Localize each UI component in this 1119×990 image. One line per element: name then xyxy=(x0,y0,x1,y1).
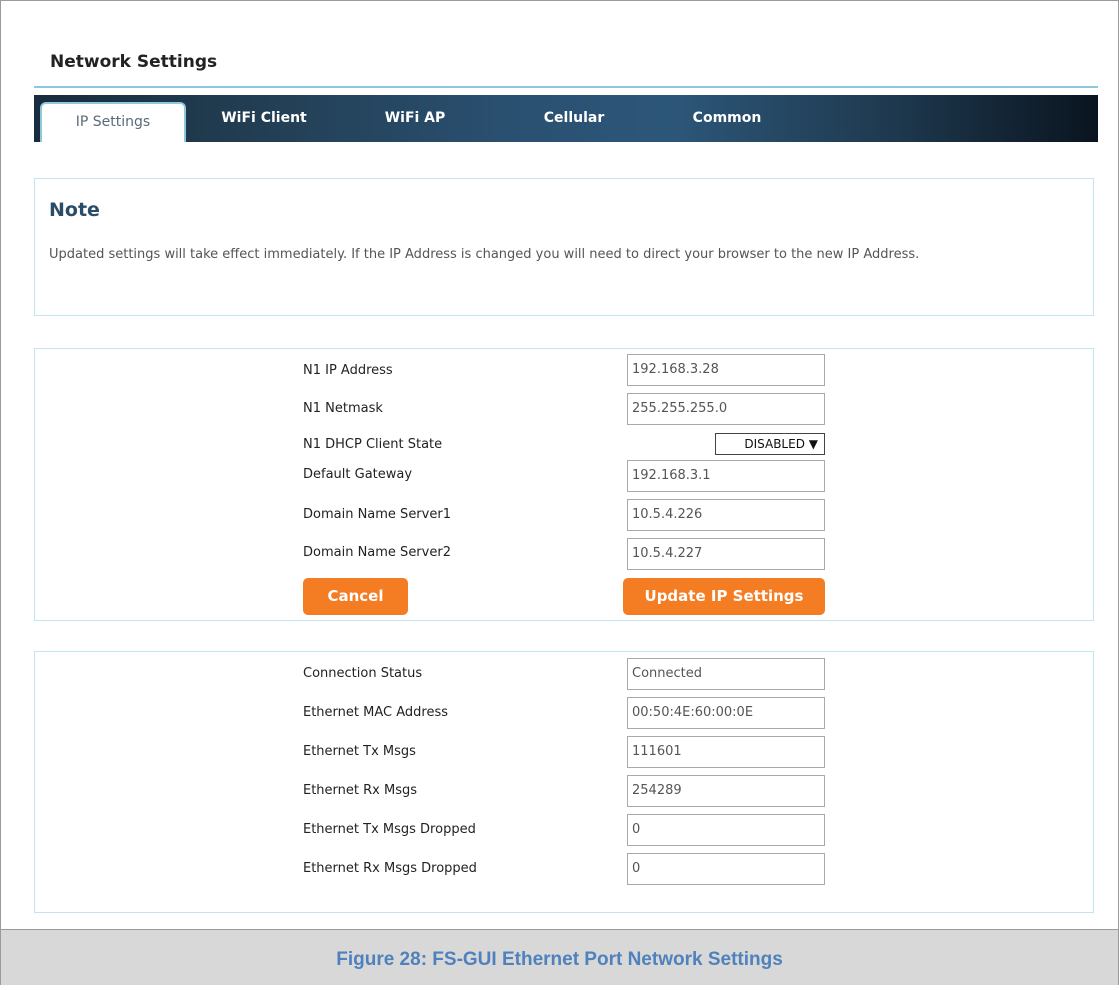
dns2-label: Domain Name Server2 xyxy=(303,545,451,560)
connection-status-label: Connection Status xyxy=(303,666,423,681)
ip-address-input[interactable]: 192.168.3.28 xyxy=(627,354,825,386)
tab-wifi-ap[interactable]: WiFi AP xyxy=(370,95,460,142)
tx-dropped-label: Ethernet Tx Msgs Dropped xyxy=(303,822,476,837)
netmask-input[interactable]: 255.255.255.0 xyxy=(627,393,825,425)
note-title: Note xyxy=(49,199,100,221)
page-title: Network Settings xyxy=(50,52,218,72)
rx-dropped-value: 0 xyxy=(627,853,825,885)
mac-address-value: 00:50:4E:60:00:0E xyxy=(627,697,825,729)
tab-common[interactable]: Common xyxy=(672,95,782,142)
rx-msgs-label: Ethernet Rx Msgs xyxy=(303,783,418,798)
tx-msgs-label: Ethernet Tx Msgs xyxy=(303,744,416,759)
tab-bar: IP Settings WiFi Client WiFi AP Cellular… xyxy=(34,95,1098,142)
netmask-label: N1 Netmask xyxy=(303,401,383,416)
tab-cellular[interactable]: Cellular xyxy=(524,95,624,142)
dns1-label: Domain Name Server1 xyxy=(303,507,451,522)
ip-address-label: N1 IP Address xyxy=(303,363,393,378)
dns1-input[interactable]: 10.5.4.226 xyxy=(627,499,825,531)
ethernet-status-panel: Connection Status Connected Ethernet MAC… xyxy=(34,651,1094,913)
note-text: Updated settings will take effect immedi… xyxy=(49,247,920,262)
ip-settings-form: N1 IP Address 192.168.3.28 N1 Netmask 25… xyxy=(34,348,1094,621)
cancel-button[interactable]: Cancel xyxy=(303,578,408,615)
mac-address-label: Ethernet MAC Address xyxy=(303,705,448,720)
figure-caption-bar: Figure 28: FS-GUI Ethernet Port Network … xyxy=(1,929,1118,985)
dhcp-client-label: N1 DHCP Client State xyxy=(303,437,443,452)
tx-dropped-value: 0 xyxy=(627,814,825,846)
dhcp-client-select[interactable]: DISABLED ▼ xyxy=(715,433,825,455)
connection-status-value: Connected xyxy=(627,658,825,690)
dns2-input[interactable]: 10.5.4.227 xyxy=(627,538,825,570)
gateway-label: Default Gateway xyxy=(303,467,413,482)
gateway-input[interactable]: 192.168.3.1 xyxy=(627,460,825,492)
tab-ip-settings[interactable]: IP Settings xyxy=(40,102,186,142)
rx-msgs-value: 254289 xyxy=(627,775,825,807)
tab-wifi-client[interactable]: WiFi Client xyxy=(204,95,324,142)
tx-msgs-value: 111601 xyxy=(627,736,825,768)
note-box: Note Updated settings will take effect i… xyxy=(34,178,1094,316)
rx-dropped-label: Ethernet Rx Msgs Dropped xyxy=(303,861,477,876)
title-divider xyxy=(34,86,1098,88)
figure-caption: Figure 28: FS-GUI Ethernet Port Network … xyxy=(336,949,783,970)
update-ip-settings-button[interactable]: Update IP Settings xyxy=(623,578,825,615)
